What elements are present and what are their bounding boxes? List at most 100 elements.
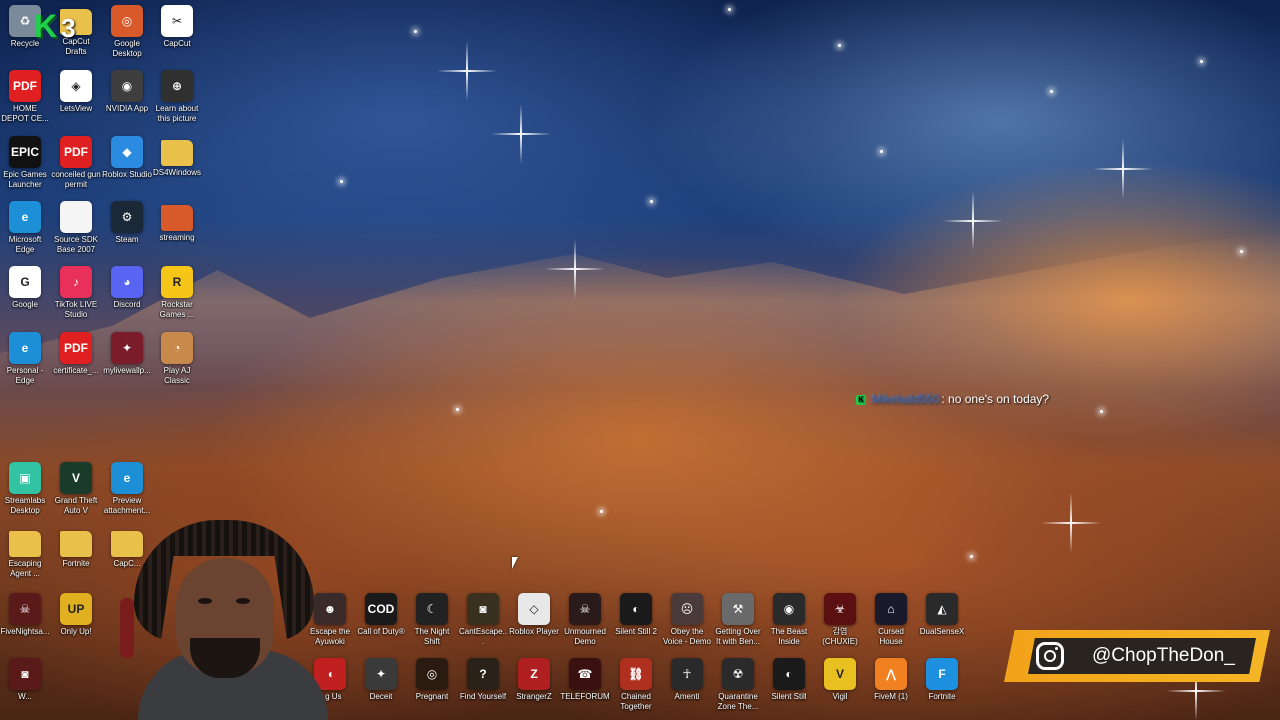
desktop-shortcut[interactable]: ◎ Google Desktop (102, 5, 152, 59)
wallpaper-icon: ✦ (111, 331, 143, 364)
desktop-shortcut[interactable]: COD Call of Duty® (356, 593, 406, 637)
rockstar-icon: R (161, 266, 193, 299)
game-icon: ◙ (9, 658, 41, 690)
desktop-shortcut[interactable]: ☎ TELEFORUM (560, 658, 610, 702)
desktop-shortcut[interactable]: ⊕ Learn about this picture (152, 70, 202, 124)
shortcut-label: Play AJ Classic (163, 365, 191, 385)
shortcut-label: Vigil (832, 692, 848, 701)
webcam-eye (236, 598, 250, 604)
headphone-icon (120, 598, 134, 658)
fnaf-icon: ☠ (9, 592, 41, 625)
shortcut-label: TikTok LIVE Studio (54, 300, 98, 320)
desktop-shortcut[interactable]: ◔ Play AJ Classic (152, 331, 202, 386)
shortcut-label: FiveNightsa... (0, 626, 50, 636)
desktop-shortcut[interactable]: V Grand Theft Auto V (51, 462, 101, 516)
desktop-shortcut[interactable]: ◇ Roblox Player (509, 593, 559, 637)
desktop-shortcut[interactable]: ✦ Deceit (356, 658, 406, 702)
desktop-shortcut[interactable]: e Microsoft Edge (0, 200, 50, 255)
shortcut-label: CantEscape... (458, 627, 508, 646)
desktop-shortcut[interactable]: ? Find Yourself (458, 658, 508, 702)
desktop-shortcut[interactable]: e Preview attachment... (102, 462, 152, 516)
desktop-shortcut[interactable]: ◉ NVIDIA App (102, 70, 152, 114)
desktop-shortcut[interactable]: PDF HOME DEPOT CE... (0, 70, 50, 124)
game-icon: ◐ (620, 593, 652, 625)
shortcut-label: mylivewallp... (103, 365, 151, 375)
desktop-shortcut[interactable]: Z StrangerZ (509, 658, 559, 702)
desktop-shortcut[interactable]: ◙ CantEscape... (458, 593, 508, 647)
desktop-shortcut[interactable]: ◆ Roblox Studio (102, 135, 152, 180)
game-icon: ☾ (416, 593, 448, 625)
document-icon (60, 200, 92, 233)
desktop-shortcut[interactable]: F Fortnite (917, 658, 967, 702)
desktop-shortcut[interactable]: ☠ Unmourned Demo (560, 593, 610, 647)
shortcut-label: Getting Over It with Ben... (715, 627, 761, 646)
steam-icon: ⚙ (111, 200, 143, 233)
pdf-icon: PDF (60, 135, 92, 168)
star (880, 150, 883, 153)
shortcut-label: Learn about this picture (155, 104, 199, 124)
desktop-shortcut[interactable]: ◉ The Beast Inside (764, 593, 814, 647)
desktop-shortcut[interactable]: streaming (152, 201, 202, 243)
star-flare (1166, 661, 1226, 720)
shortcut-label: DS4Windows (152, 167, 201, 177)
desktop-shortcut[interactable]: ◐ Silent Still 2 (611, 593, 661, 637)
shortcut-label: Silent Still 2 (615, 627, 657, 636)
star (1200, 60, 1203, 63)
shortcut-label: conceiled gun permit (51, 169, 101, 189)
desktop-shortcut[interactable]: ⚒ Getting Over It with Ben... (713, 593, 763, 647)
desktop-shortcut[interactable]: ◎ Pregnant (407, 658, 457, 702)
learn-about-picture-icon: ⊕ (161, 70, 193, 103)
desktop-shortcut[interactable]: V Vigil (815, 658, 865, 702)
desktop-shortcut[interactable]: ☣ 감염 (CHUXIE) (815, 593, 865, 647)
desktop-shortcut[interactable]: ◐ Silent Still (764, 658, 814, 702)
social-handle: @ChopTheDon_ (1092, 645, 1235, 666)
star (650, 200, 653, 203)
shortcut-label: Amenti (674, 692, 700, 701)
desktop-shortcut[interactable]: ☥ Amenti (662, 658, 712, 702)
shortcut-label: Call of Duty® (357, 627, 405, 636)
desktop-shortcut[interactable]: Escaping Agent ... (0, 527, 50, 579)
desktop-shortcut[interactable]: DS4Windows (152, 136, 202, 178)
folder-icon (9, 531, 41, 558)
desktop-shortcut[interactable]: ☾ The Night Shift (407, 593, 457, 647)
desktop-shortcut[interactable]: G Google (0, 266, 50, 310)
webcam-overlay (118, 520, 328, 720)
pdf-icon: PDF (60, 331, 92, 364)
folder-icon (60, 531, 92, 558)
shortcut-label: Epic Games Launcher (3, 169, 47, 189)
desktop-shortcut[interactable]: ☹ Obey the Voice - Demo (662, 593, 712, 647)
desktop-shortcut[interactable]: e Personal - Edge (0, 331, 50, 386)
game-icon: ☠ (569, 593, 601, 625)
google-icon: G (9, 266, 41, 299)
game-icon: ◎ (416, 658, 448, 690)
shortcut-label: Grand Theft Auto V (54, 496, 98, 516)
desktop-shortcut[interactable]: R Rockstar Games ... (152, 266, 202, 320)
chat-overlay: K Mikeladd550: no one's on today? (856, 392, 1049, 406)
shortcut-label: Personal - Edge (6, 365, 44, 385)
epic-games-icon: EPIC (9, 135, 41, 168)
desktop-shortcut[interactable]: EPIC Epic Games Launcher (0, 135, 50, 190)
shortcut-label: HOME DEPOT CE... (1, 104, 49, 124)
desktop-shortcut[interactable]: PDF conceiled gun permit (51, 135, 101, 190)
desktop-shortcut[interactable]: ⛓ Chained Together (611, 658, 661, 712)
nvidia-icon: ◉ (111, 70, 143, 103)
desktop-shortcut[interactable]: ♪ TikTok LIVE Studio (51, 266, 101, 320)
desktop-shortcut[interactable]: ◈ LetsView (51, 70, 101, 114)
desktop-shortcut[interactable]: ▣ Streamlabs Desktop (0, 462, 50, 516)
desktop-shortcut[interactable]: ◙ W... (0, 658, 50, 702)
desktop-shortcut[interactable]: Source SDK Base 2007 (51, 200, 101, 255)
desktop-shortcut[interactable]: ◕ Discord (102, 266, 152, 310)
desktop-shortcut[interactable]: ⌂ Cursed House (866, 593, 916, 647)
star (1050, 90, 1053, 93)
desktop-shortcut[interactable]: ✂ CapCut (152, 5, 202, 49)
desktop-shortcut[interactable]: UP Only Up! (51, 592, 101, 637)
desktop-shortcut[interactable]: ☢ Quarantine Zone The... (713, 658, 763, 712)
desktop-shortcut[interactable]: ✦ mylivewallp... (102, 331, 152, 376)
desktop-shortcut[interactable]: ⋀ FiveM (1) (866, 658, 916, 702)
desktop-shortcut[interactable]: Fortnite (51, 527, 101, 569)
desktop-shortcut[interactable]: ☠ FiveNightsa... (0, 592, 50, 637)
desktop-shortcut[interactable]: ◭ DualSenseX (917, 593, 967, 637)
desktop-shortcut[interactable]: PDF certificate_... (51, 331, 101, 376)
shortcut-label: FiveM (1) (874, 692, 908, 701)
desktop-shortcut[interactable]: ⚙ Steam (102, 200, 152, 245)
